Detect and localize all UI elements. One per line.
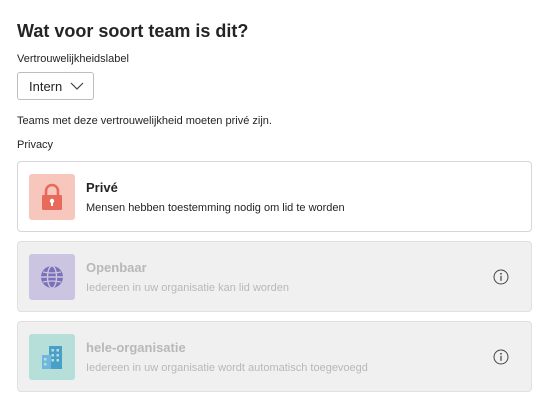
lock-icon: [42, 183, 62, 210]
sensitivity-help-text: Teams met deze vertrouwelijkheid moeten …: [17, 115, 272, 127]
globe-icon: [41, 265, 63, 289]
privacy-option-org-wide: hele-organisatie Iedereen in uw organisa…: [17, 321, 532, 392]
building-icon: [42, 346, 62, 369]
sensitivity-dropdown[interactable]: Intern: [17, 72, 94, 100]
info-icon[interactable]: [493, 269, 509, 285]
chevron-down-icon: [70, 82, 84, 90]
public-title: Openbaar: [86, 260, 147, 275]
private-description: Mensen hebben toestemming nodig om lid t…: [86, 202, 345, 214]
sensitivity-dropdown-value: Intern: [29, 78, 63, 94]
public-description: Iedereen in uw organisatie kan lid worde…: [86, 282, 290, 294]
org-wide-description: Iedereen in uw organisatie wordt automat…: [86, 362, 368, 374]
info-icon[interactable]: [493, 349, 509, 365]
private-title: Privé: [86, 180, 118, 195]
privacy-option-public: Openbaar Iedereen in uw organisatie kan …: [17, 241, 532, 312]
public-tile: [29, 254, 75, 300]
dialog-title: Wat voor soort team is dit?: [17, 21, 249, 41]
privacy-label: Privacy: [17, 139, 54, 151]
org-wide-title: hele-organisatie: [86, 340, 186, 355]
org-wide-tile: [29, 334, 75, 380]
privacy-option-private[interactable]: Privé Mensen hebben toestemming nodig om…: [17, 161, 532, 232]
sensitivity-label: Vertrouwelijkheidslabel: [17, 53, 129, 65]
private-tile: [29, 174, 75, 220]
